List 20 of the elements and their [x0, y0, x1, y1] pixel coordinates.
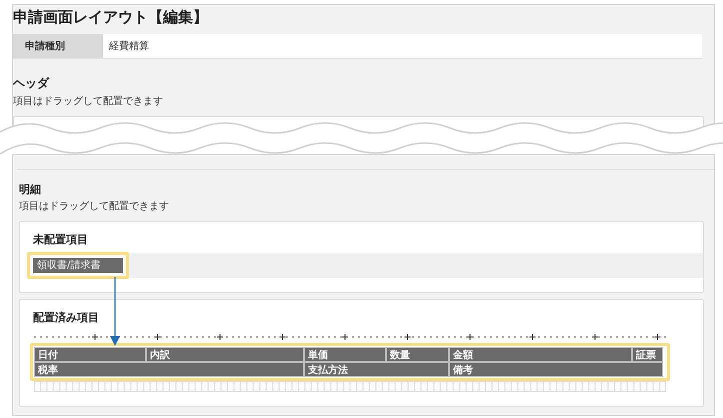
arrow: [110, 277, 120, 347]
field-chip[interactable]: 領収書/請求書: [33, 258, 123, 273]
section-heading: ヘッダ: [13, 75, 50, 92]
field-cell[interactable]: 内訳: [146, 347, 304, 362]
field-cell[interactable]: 備考: [449, 362, 663, 377]
page-title: 申請画面レイアウト【編集】: [13, 7, 209, 28]
field-value: 経費精算: [103, 34, 702, 58]
field-cell[interactable]: 数量: [386, 347, 449, 362]
section-heading: 明細: [19, 182, 42, 197]
field-cell[interactable]: 単価: [304, 347, 386, 362]
field-cell[interactable]: 証票: [632, 347, 663, 362]
field-cell[interactable]: 日付: [34, 347, 146, 362]
field-cell[interactable]: 税率: [34, 362, 304, 377]
field-label: 申請種別: [13, 34, 103, 58]
card-heading: 配置済み項目: [33, 310, 100, 325]
field-cell[interactable]: 支払方法: [304, 362, 449, 377]
field-cell[interactable]: 金額: [449, 347, 632, 362]
card-heading: 未配置項目: [33, 232, 89, 247]
hint-text: 項目はドラッグして配置できます: [19, 200, 170, 213]
hint-text: 項目はドラッグして配置できます: [13, 94, 164, 108]
